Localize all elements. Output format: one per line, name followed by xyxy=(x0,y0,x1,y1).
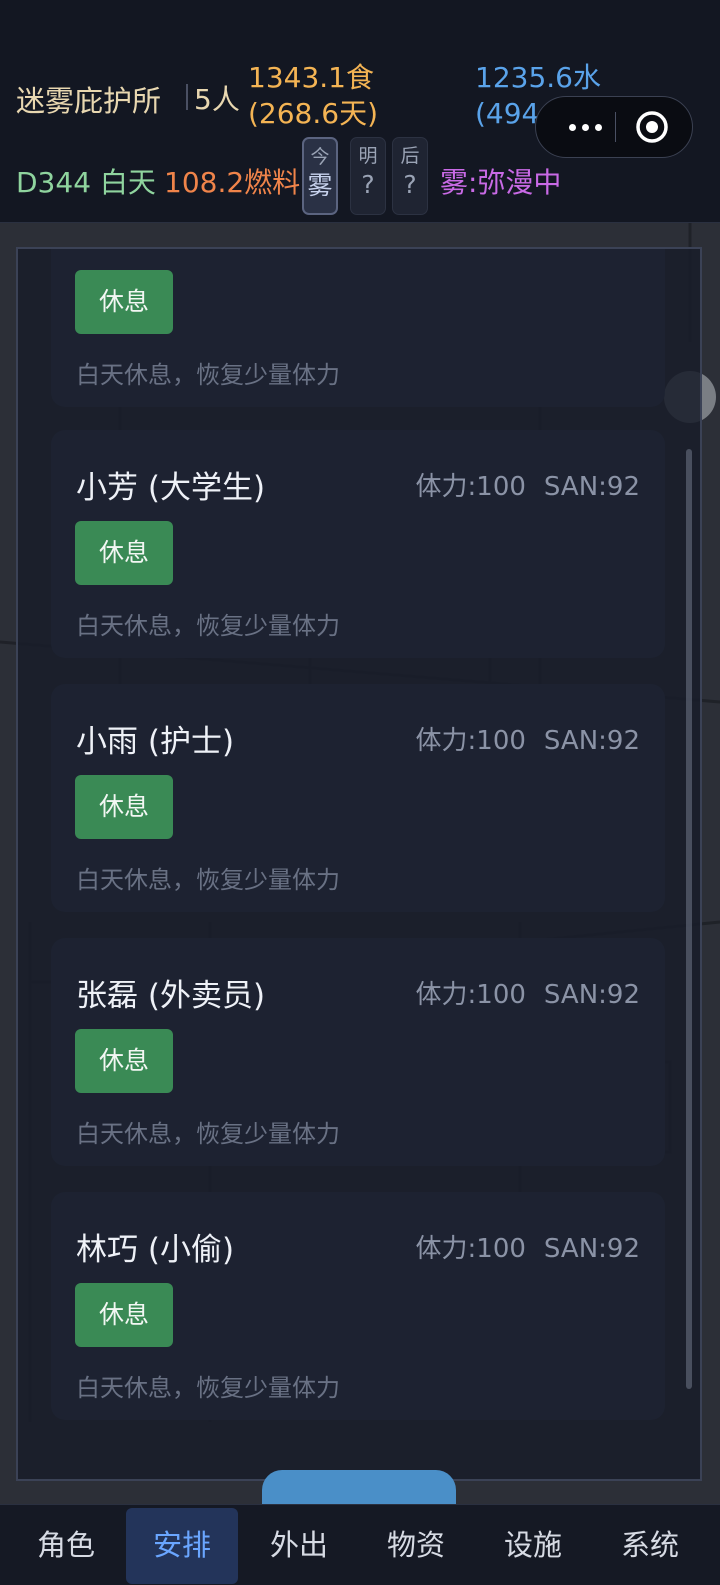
character-stats: 体力:100 SAN:92 xyxy=(416,974,640,1011)
schedule-panel[interactable]: 休息 白天休息，恢复少量体力 小芳 (大学生) 体力:100 SAN:92 休息 … xyxy=(16,247,702,1481)
tab-system[interactable]: 系统 xyxy=(594,1508,706,1584)
divider xyxy=(186,84,188,110)
shelter-name: 迷雾庇护所 xyxy=(16,84,162,118)
rest-button[interactable]: 休息 xyxy=(75,521,173,585)
forecast-day-label: 后 xyxy=(400,145,420,167)
forecast-day-label: 明 xyxy=(358,145,378,167)
tab-schedule[interactable]: 安排 xyxy=(126,1508,238,1584)
rest-button[interactable]: 休息 xyxy=(75,1029,173,1093)
character-stats: 体力:100 SAN:92 xyxy=(416,1228,640,1265)
rest-button[interactable]: 休息 xyxy=(75,775,173,839)
forecast-today[interactable]: 今 雾 xyxy=(302,137,338,215)
san-value: SAN:92 xyxy=(543,980,640,1010)
rest-button[interactable]: 休息 xyxy=(75,270,173,334)
fuel-stock: 108.2燃料 xyxy=(164,166,301,199)
action-description: 白天休息，恢复少量体力 xyxy=(76,612,340,640)
action-description: 白天休息，恢复少量体力 xyxy=(76,866,340,894)
day-weather-row: D344 白天 108.2燃料 今 雾 明 ? 后 ? 雾:弥漫中 xyxy=(16,137,716,221)
character-name: 小芳 (大学生) xyxy=(76,470,266,506)
character-name: 小雨 (护士) xyxy=(76,724,235,760)
bottom-tab-bar: 角色 安排 外出 物资 设施 系统 xyxy=(0,1504,720,1585)
character-card: 小芳 (大学生) 体力:100 SAN:92 休息 白天休息，恢复少量体力 xyxy=(51,430,665,658)
san-value: SAN:92 xyxy=(543,1234,640,1264)
day-indicator: D344 白天 xyxy=(16,166,156,199)
tab-supplies[interactable]: 物资 xyxy=(360,1508,472,1584)
population-count: 5人 xyxy=(194,83,240,116)
stamina-value: 体力:100 xyxy=(415,980,526,1010)
action-description: 白天休息，恢复少量体力 xyxy=(76,1374,340,1402)
tab-outing[interactable]: 外出 xyxy=(243,1508,355,1584)
fog-status: 雾:弥漫中 xyxy=(440,166,562,199)
character-card: 小雨 (护士) 体力:100 SAN:92 休息 白天休息，恢复少量体力 xyxy=(51,684,665,912)
action-description: 白天休息，恢复少量体力 xyxy=(76,1120,340,1148)
forecast-day-label: 今 xyxy=(310,146,330,168)
san-value: SAN:92 xyxy=(543,726,640,756)
character-card: 休息 白天休息，恢复少量体力 xyxy=(51,249,665,407)
scrollbar[interactable] xyxy=(686,449,692,1389)
forecast-weather: ? xyxy=(403,170,417,199)
status-header: 迷雾庇护所 5人 1343.1食(268.6天) 1235.6水(494.2天)… xyxy=(0,0,720,223)
character-stats: 体力:100 SAN:92 xyxy=(416,466,640,503)
stamina-value: 体力:100 xyxy=(415,472,526,502)
rest-button[interactable]: 休息 xyxy=(75,1283,173,1347)
character-name: 张磊 (外卖员) xyxy=(76,978,266,1014)
forecast-day-after[interactable]: 后 ? xyxy=(392,137,428,215)
san-value: SAN:92 xyxy=(543,472,640,502)
food-stock: 1343.1食(268.6天) xyxy=(248,61,379,130)
character-name: 林巧 (小偷) xyxy=(76,1232,235,1268)
stamina-value: 体力:100 xyxy=(415,726,526,756)
tab-characters[interactable]: 角色 xyxy=(10,1508,122,1584)
character-card: 张磊 (外卖员) 体力:100 SAN:92 休息 白天休息，恢复少量体力 xyxy=(51,938,665,1166)
forecast-tomorrow[interactable]: 明 ? xyxy=(350,137,386,215)
tab-facilities[interactable]: 设施 xyxy=(477,1508,589,1584)
action-description: 白天休息，恢复少量体力 xyxy=(76,361,340,389)
character-stats: 体力:100 SAN:92 xyxy=(416,720,640,757)
forecast-weather: 雾 xyxy=(307,171,333,200)
forecast-weather: ? xyxy=(361,170,375,199)
character-card: 林巧 (小偷) 体力:100 SAN:92 休息 白天休息，恢复少量体力 xyxy=(51,1192,665,1420)
stamina-value: 体力:100 xyxy=(415,1234,526,1264)
